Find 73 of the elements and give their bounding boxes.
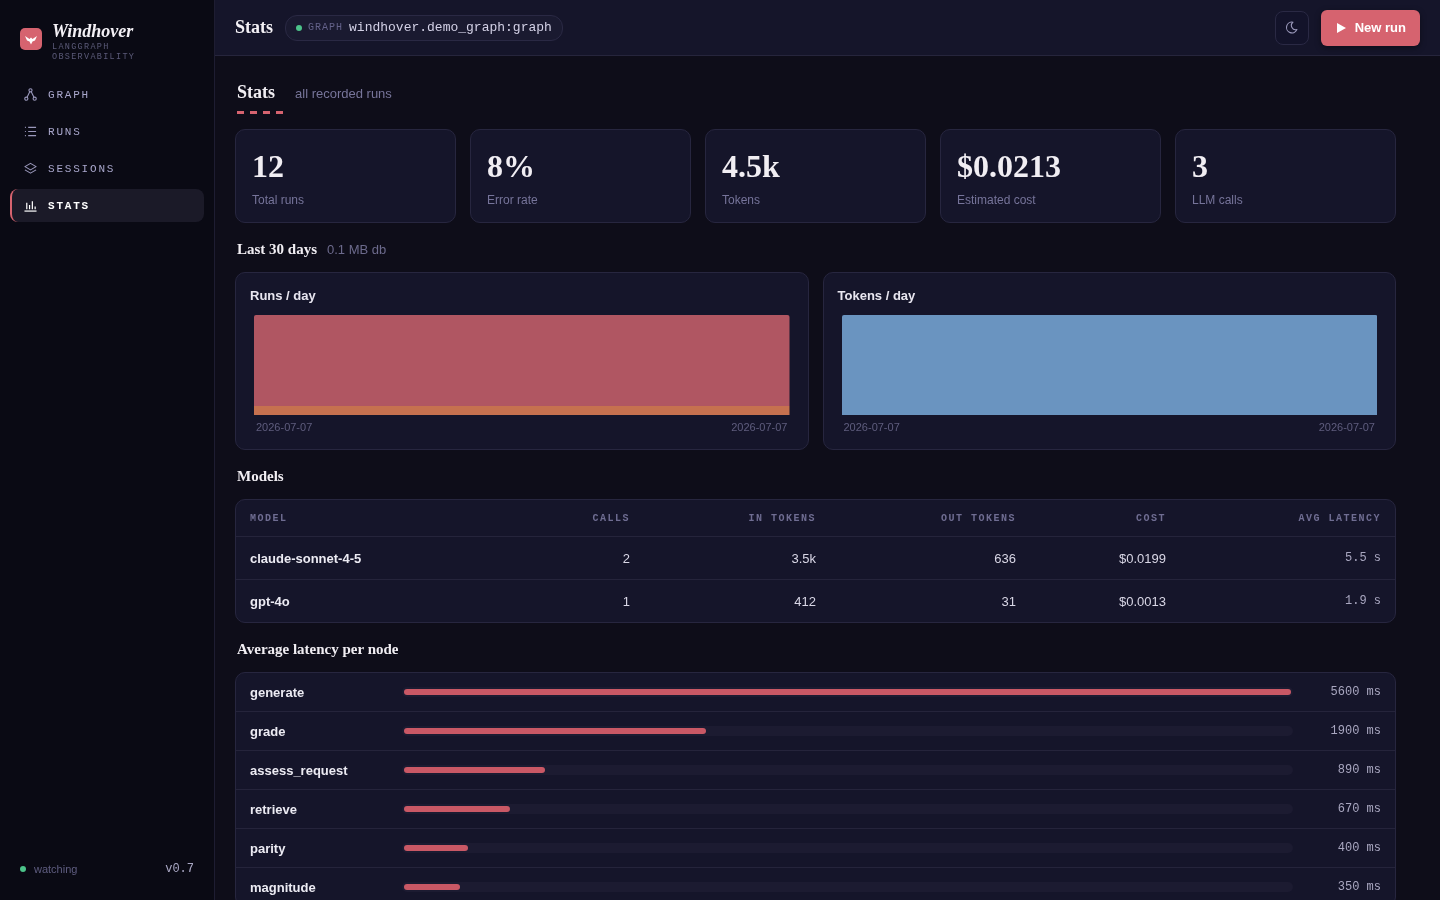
section-subtitle: all recorded runs [295, 86, 392, 101]
moon-icon [1285, 21, 1299, 34]
graph-icon [24, 88, 37, 101]
stat-label: Total runs [252, 193, 306, 207]
column-header: OUT TOKENS [941, 512, 1016, 524]
nav-item[interactable]: STATS [10, 189, 204, 222]
latency-value: 890 ms [1337, 763, 1381, 777]
node-name: generate [250, 684, 305, 700]
node-name: parity [250, 840, 286, 856]
latency-value: 670 ms [1337, 802, 1381, 816]
column-header: AVG LATENCY [1298, 512, 1381, 524]
list-icon [24, 125, 37, 138]
stat-value: 3 [1192, 147, 1209, 185]
table-cell: 1 [622, 593, 630, 609]
latency-value: 400 ms [1337, 841, 1381, 855]
axis-label: 2026-07-07 [256, 421, 313, 433]
table-cell: 1.9 s [1345, 594, 1381, 608]
node-name: assess_request [250, 762, 348, 778]
bird-logo-icon [20, 28, 42, 50]
stat-value: $0.0213 [957, 147, 1062, 185]
node-name: retrieve [250, 801, 297, 817]
table-cell: 412 [794, 593, 816, 609]
version-label: v0.7 [165, 862, 194, 876]
latency-value: 1900 ms [1330, 724, 1381, 738]
stat-value: 8% [487, 147, 536, 185]
table-cell: claude-sonnet-4-5 [250, 550, 362, 566]
section-title: Stats [237, 82, 275, 103]
nav-item[interactable]: RUNS [10, 115, 204, 148]
bar-chart-icon [24, 199, 37, 212]
column-header: CALLS [592, 512, 630, 524]
table-cell: 636 [994, 550, 1016, 566]
stat-value: 4.5k [722, 147, 781, 185]
page-title: Stats [235, 17, 273, 38]
table-cell: 2 [622, 550, 630, 566]
graph-label: GRAPH [308, 22, 344, 33]
axis-label: 2026-07-07 [1318, 421, 1375, 433]
stat-label: Error rate [487, 193, 539, 207]
node-name: grade [250, 723, 286, 739]
watch-status: watching [34, 863, 78, 875]
table-cell: $0.0013 [1119, 593, 1166, 609]
brand-name: Windhover [52, 20, 135, 42]
stat-label: LLM calls [1192, 193, 1244, 207]
table-cell: 31 [1001, 593, 1016, 609]
nav-item[interactable]: GRAPH [10, 78, 204, 111]
new-run-button[interactable]: New run [1320, 9, 1420, 46]
column-header: COST [1136, 512, 1166, 524]
column-header: MODEL [250, 512, 288, 524]
heading-underline [237, 111, 283, 114]
column-header: IN TOKENS [748, 512, 816, 524]
nav-item[interactable]: SESSIONS [10, 152, 204, 185]
latency-value: 350 ms [1337, 880, 1381, 894]
brand-tagline: LANGGRAPH OBSERVABILITY [52, 42, 137, 62]
table-cell: $0.0199 [1119, 550, 1166, 566]
axis-label: 2026-07-07 [731, 421, 788, 433]
node-name: magnitude [250, 879, 316, 895]
stat-value: 12 [252, 147, 285, 185]
theme-toggle-button[interactable] [1274, 10, 1309, 45]
database-size: 0.1 MB db [327, 242, 387, 257]
chart-title: Tokens / day [837, 288, 916, 303]
chart-title: Runs / day [250, 288, 316, 303]
table-cell: gpt-4o [250, 593, 290, 609]
section-title: Last 30 days [237, 241, 318, 258]
table-cell: 3.5k [791, 550, 816, 566]
graph-name: windhover.demo_graph:graph [349, 20, 552, 35]
latency-value: 5600 ms [1330, 685, 1381, 699]
play-icon [1336, 22, 1346, 33]
stat-label: Estimated cost [957, 193, 1037, 207]
section-title: Average latency per node [237, 641, 399, 658]
layers-icon [24, 162, 37, 175]
axis-label: 2026-07-07 [843, 421, 900, 433]
section-title: Models [237, 468, 284, 485]
stat-label: Tokens [722, 193, 762, 207]
table-cell: 5.5 s [1345, 551, 1381, 565]
